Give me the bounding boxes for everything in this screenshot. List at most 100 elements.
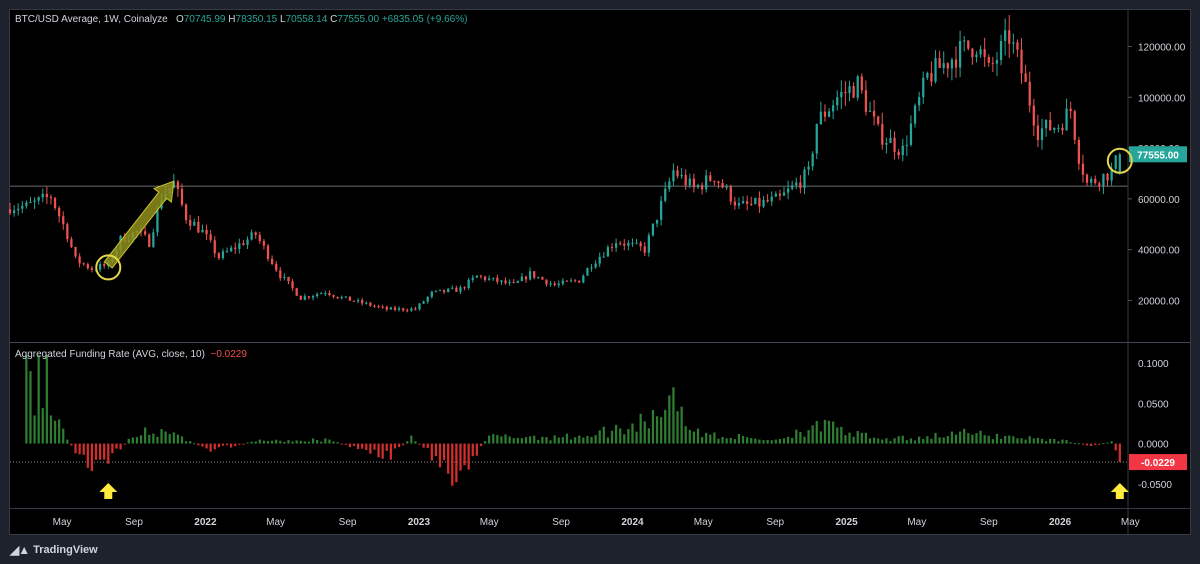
funding-bar bbox=[53, 420, 57, 444]
candle-body bbox=[37, 197, 40, 201]
candle-body bbox=[942, 63, 945, 68]
candle-body bbox=[938, 58, 941, 68]
funding-bar bbox=[103, 443, 106, 460]
funding-bar bbox=[717, 438, 720, 444]
funding-bar bbox=[1044, 441, 1048, 444]
funding-bar bbox=[230, 443, 233, 448]
candle-body bbox=[148, 234, 151, 247]
candle-body bbox=[836, 97, 839, 106]
candle-body bbox=[856, 76, 859, 98]
funding-bar bbox=[41, 408, 44, 444]
funding-bar bbox=[660, 417, 663, 444]
funding-bar bbox=[881, 439, 884, 444]
candle-body bbox=[8, 209, 12, 213]
funding-bar bbox=[725, 438, 728, 444]
low-value: 70558.14 bbox=[285, 14, 328, 25]
candle-body bbox=[643, 246, 646, 253]
funding-bar bbox=[336, 442, 339, 444]
candle-body bbox=[25, 202, 28, 206]
funding-bar bbox=[549, 440, 552, 444]
funding-bar bbox=[975, 433, 978, 444]
time-tick-label: Sep bbox=[980, 517, 998, 528]
funding-bar bbox=[115, 443, 118, 449]
candle-body bbox=[619, 243, 622, 245]
candle-body bbox=[705, 175, 708, 190]
candle-body bbox=[418, 303, 421, 310]
funding-bar bbox=[127, 438, 130, 444]
funding-bar bbox=[1085, 443, 1089, 446]
funding-bar bbox=[950, 431, 954, 444]
funding-bar bbox=[930, 438, 933, 444]
funding-bar bbox=[225, 443, 229, 446]
candle-body bbox=[1032, 105, 1035, 126]
funding-bar bbox=[189, 441, 192, 444]
funding-bar bbox=[582, 437, 585, 444]
funding-bar bbox=[741, 435, 745, 444]
funding-bar bbox=[668, 395, 671, 444]
candle-body bbox=[557, 283, 560, 286]
candle-body bbox=[230, 247, 233, 252]
funding-bar bbox=[135, 437, 139, 444]
candle-body bbox=[541, 277, 544, 280]
funding-bar bbox=[131, 437, 134, 444]
candle-body bbox=[897, 151, 900, 156]
candle-body bbox=[361, 300, 364, 304]
candle-body bbox=[197, 221, 200, 233]
candle-body bbox=[877, 116, 880, 124]
candle-body bbox=[578, 280, 581, 283]
candle-body bbox=[103, 264, 106, 266]
funding-bar bbox=[918, 436, 921, 444]
funding-bar bbox=[156, 436, 159, 444]
funding-bar bbox=[242, 443, 245, 445]
candle-body bbox=[590, 267, 593, 269]
candle-body bbox=[872, 110, 876, 117]
funding-bar bbox=[631, 423, 634, 444]
candle-body bbox=[655, 219, 659, 224]
candle-body bbox=[242, 243, 245, 245]
candle-body bbox=[692, 178, 696, 188]
funding-bar bbox=[705, 432, 708, 444]
funding-bar bbox=[455, 443, 458, 483]
candle-body bbox=[291, 281, 294, 289]
funding-bar bbox=[459, 443, 462, 471]
candle-body bbox=[381, 306, 384, 308]
chart-canvas[interactable]: 120000.00100000.0080000.0060000.0040000.… bbox=[0, 0, 1200, 564]
candle-body bbox=[651, 223, 655, 236]
candle-body bbox=[340, 297, 343, 299]
candle-body bbox=[913, 105, 917, 124]
candle-body bbox=[78, 256, 81, 264]
candle-body bbox=[549, 283, 552, 285]
candle-body bbox=[1012, 42, 1015, 44]
candle-body bbox=[1008, 30, 1011, 44]
funding-bar bbox=[909, 438, 913, 444]
candle-body bbox=[455, 287, 458, 292]
candle-body bbox=[930, 72, 933, 82]
funding-bar bbox=[746, 437, 749, 444]
candle-body bbox=[328, 293, 331, 296]
funding-bar bbox=[66, 439, 69, 444]
candle-body bbox=[832, 105, 835, 112]
funding-bar bbox=[1032, 438, 1035, 444]
funding-bar bbox=[807, 430, 810, 444]
candle-body bbox=[791, 185, 794, 189]
candle-body bbox=[17, 208, 20, 211]
time-tick-label: Sep bbox=[339, 517, 357, 528]
funding-bar bbox=[1106, 442, 1109, 444]
candle-body bbox=[320, 293, 323, 295]
funding-bar bbox=[561, 437, 564, 444]
funding-bar bbox=[62, 428, 65, 444]
funding-bar bbox=[553, 435, 556, 444]
tradingview-brand[interactable]: ◢▲ TradingView bbox=[10, 543, 98, 557]
candle-body bbox=[528, 271, 532, 280]
funding-bar bbox=[721, 436, 724, 444]
funding-bar bbox=[213, 443, 216, 450]
candle-body bbox=[819, 111, 822, 125]
candle-body bbox=[414, 308, 417, 310]
candle-body bbox=[717, 181, 720, 183]
candle-body bbox=[1102, 173, 1105, 187]
up-arrow-marker-icon bbox=[99, 483, 118, 499]
funding-bar bbox=[770, 440, 773, 444]
time-tick-label: May bbox=[1121, 517, 1140, 528]
funding-bar bbox=[1094, 443, 1097, 445]
candle-body bbox=[1040, 128, 1044, 141]
